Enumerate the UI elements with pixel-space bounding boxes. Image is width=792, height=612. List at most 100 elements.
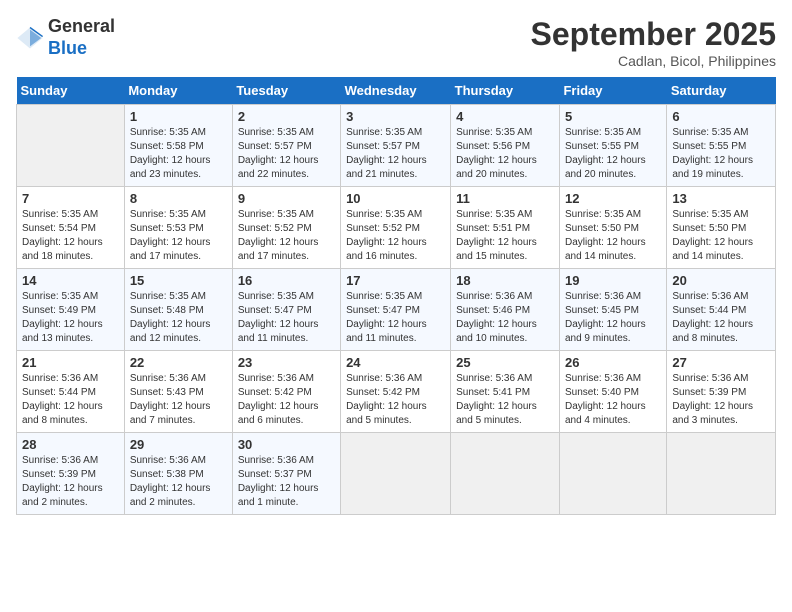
calendar-cell: 25Sunrise: 5:36 AM Sunset: 5:41 PM Dayli… (451, 351, 560, 433)
calendar-cell: 19 Sunrise: 5:36 AM Sunset: 5:45 PM Dayli… (559, 269, 666, 351)
calendar-week-row: 1 Sunrise: 5:35 AM Sunset: 5:58 PM Daylig… (17, 105, 776, 187)
calendar-cell: 24 Sunrise: 5:36 AM Sunset: 5:42 PM Dayli… (341, 351, 451, 433)
day-info: Sunrise: 5:35 AM Sunset: 5:52 PM Dayligh… (238, 208, 335, 264)
logo: General Blue (16, 16, 115, 59)
calendar-cell: 29 Sunrise: 5:36 AM Sunset: 5:38 PM Dayli… (124, 433, 232, 515)
calendar-cell: 13 Sunrise: 5:35 AM Sunset: 5:50 PM Dayli… (667, 187, 776, 269)
weekday-header: Saturday (667, 77, 776, 105)
day-number: 20 (672, 273, 770, 288)
calendar-cell: 18Sunrise: 5:36 AM Sunset: 5:46 PM Dayli… (451, 269, 560, 351)
day-number: 17 (346, 273, 445, 288)
day-number: 13 (672, 191, 770, 206)
day-info: Sunrise: 5:36 AM Sunset: 5:41 PM Dayligh… (456, 372, 554, 428)
weekday-header: Wednesday (341, 77, 451, 105)
calendar-week-row: 28Sunrise: 5:36 AM Sunset: 5:39 PM Dayli… (17, 433, 776, 515)
title-block: September 2025 Cadlan, Bicol, Philippine… (531, 16, 776, 69)
calendar-cell: 1 Sunrise: 5:35 AM Sunset: 5:58 PM Daylig… (124, 105, 232, 187)
day-number: 16 (238, 273, 335, 288)
weekday-header: Monday (124, 77, 232, 105)
weekday-header: Tuesday (232, 77, 340, 105)
day-info: Sunrise: 5:36 AM Sunset: 5:43 PM Dayligh… (130, 372, 227, 428)
day-info: Sunrise: 5:35 AM Sunset: 5:50 PM Dayligh… (672, 208, 770, 264)
calendar-cell: 5Sunrise: 5:35 AM Sunset: 5:55 PM Daylig… (559, 105, 666, 187)
page-header: General Blue September 2025 Cadlan, Bico… (16, 16, 776, 69)
day-info: Sunrise: 5:35 AM Sunset: 5:57 PM Dayligh… (238, 126, 335, 182)
day-number: 5 (565, 109, 661, 124)
day-number: 8 (130, 191, 227, 206)
calendar-cell: 8 Sunrise: 5:35 AM Sunset: 5:53 PM Daylig… (124, 187, 232, 269)
calendar-body: 1 Sunrise: 5:35 AM Sunset: 5:58 PM Daylig… (17, 105, 776, 515)
day-info: Sunrise: 5:36 AM Sunset: 5:39 PM Dayligh… (22, 454, 119, 510)
logo-text: General Blue (48, 16, 115, 59)
day-info: Sunrise: 5:36 AM Sunset: 5:44 PM Dayligh… (22, 372, 119, 428)
day-info: Sunrise: 5:35 AM Sunset: 5:58 PM Dayligh… (130, 126, 227, 182)
calendar-cell: 14 Sunrise: 5:35 AM Sunset: 5:49 PM Dayli… (17, 269, 125, 351)
weekday-header: Sunday (17, 77, 125, 105)
day-number: 1 (130, 109, 227, 124)
calendar-cell: 12 Sunrise: 5:35 AM Sunset: 5:50 PM Dayli… (559, 187, 666, 269)
day-number: 15 (130, 273, 227, 288)
day-info: Sunrise: 5:35 AM Sunset: 5:56 PM Dayligh… (456, 126, 554, 182)
logo-icon (16, 24, 44, 52)
calendar-cell (451, 433, 560, 515)
day-number: 6 (672, 109, 770, 124)
day-info: Sunrise: 5:35 AM Sunset: 5:52 PM Dayligh… (346, 208, 445, 264)
calendar-cell: 7Sunrise: 5:35 AM Sunset: 5:54 PM Daylig… (17, 187, 125, 269)
month-title: September 2025 (531, 16, 776, 53)
day-info: Sunrise: 5:36 AM Sunset: 5:42 PM Dayligh… (346, 372, 445, 428)
day-number: 4 (456, 109, 554, 124)
calendar-cell: 6 Sunrise: 5:35 AM Sunset: 5:55 PM Daylig… (667, 105, 776, 187)
day-info: Sunrise: 5:35 AM Sunset: 5:55 PM Dayligh… (672, 126, 770, 182)
day-info: Sunrise: 5:35 AM Sunset: 5:50 PM Dayligh… (565, 208, 661, 264)
day-number: 24 (346, 355, 445, 370)
calendar-cell: 15 Sunrise: 5:35 AM Sunset: 5:48 PM Dayli… (124, 269, 232, 351)
day-number: 18 (456, 273, 554, 288)
day-info: Sunrise: 5:36 AM Sunset: 5:40 PM Dayligh… (565, 372, 661, 428)
calendar-week-row: 21 Sunrise: 5:36 AM Sunset: 5:44 PM Dayli… (17, 351, 776, 433)
day-number: 14 (22, 273, 119, 288)
day-number: 26 (565, 355, 661, 370)
day-number: 12 (565, 191, 661, 206)
calendar-cell: 27Sunrise: 5:36 AM Sunset: 5:39 PM Dayli… (667, 351, 776, 433)
calendar-cell: 9Sunrise: 5:35 AM Sunset: 5:52 PM Daylig… (232, 187, 340, 269)
day-info: Sunrise: 5:35 AM Sunset: 5:49 PM Dayligh… (22, 290, 119, 346)
day-info: Sunrise: 5:35 AM Sunset: 5:53 PM Dayligh… (130, 208, 227, 264)
calendar-cell: 21 Sunrise: 5:36 AM Sunset: 5:44 PM Dayli… (17, 351, 125, 433)
day-number: 19 (565, 273, 661, 288)
day-info: Sunrise: 5:35 AM Sunset: 5:47 PM Dayligh… (238, 290, 335, 346)
calendar-cell: 26 Sunrise: 5:36 AM Sunset: 5:40 PM Dayli… (559, 351, 666, 433)
day-info: Sunrise: 5:35 AM Sunset: 5:51 PM Dayligh… (456, 208, 554, 264)
day-number: 30 (238, 437, 335, 452)
calendar-cell: 22 Sunrise: 5:36 AM Sunset: 5:43 PM Dayli… (124, 351, 232, 433)
day-number: 3 (346, 109, 445, 124)
calendar-cell (559, 433, 666, 515)
day-info: Sunrise: 5:35 AM Sunset: 5:57 PM Dayligh… (346, 126, 445, 182)
day-info: Sunrise: 5:36 AM Sunset: 5:45 PM Dayligh… (565, 290, 661, 346)
day-number: 22 (130, 355, 227, 370)
day-number: 2 (238, 109, 335, 124)
day-number: 23 (238, 355, 335, 370)
day-info: Sunrise: 5:36 AM Sunset: 5:44 PM Dayligh… (672, 290, 770, 346)
day-info: Sunrise: 5:36 AM Sunset: 5:37 PM Dayligh… (238, 454, 335, 510)
calendar-cell: 4 Sunrise: 5:35 AM Sunset: 5:56 PM Daylig… (451, 105, 560, 187)
calendar-cell (17, 105, 125, 187)
calendar-cell: 20 Sunrise: 5:36 AM Sunset: 5:44 PM Dayli… (667, 269, 776, 351)
calendar-cell: 2 Sunrise: 5:35 AM Sunset: 5:57 PM Daylig… (232, 105, 340, 187)
day-info: Sunrise: 5:35 AM Sunset: 5:47 PM Dayligh… (346, 290, 445, 346)
day-info: Sunrise: 5:36 AM Sunset: 5:38 PM Dayligh… (130, 454, 227, 510)
day-number: 21 (22, 355, 119, 370)
calendar-cell: 16 Sunrise: 5:35 AM Sunset: 5:47 PM Dayli… (232, 269, 340, 351)
day-info: Sunrise: 5:36 AM Sunset: 5:42 PM Dayligh… (238, 372, 335, 428)
calendar-cell: 3 Sunrise: 5:35 AM Sunset: 5:57 PM Daylig… (341, 105, 451, 187)
weekday-header: Friday (559, 77, 666, 105)
day-info: Sunrise: 5:35 AM Sunset: 5:48 PM Dayligh… (130, 290, 227, 346)
calendar-week-row: 7Sunrise: 5:35 AM Sunset: 5:54 PM Daylig… (17, 187, 776, 269)
day-number: 29 (130, 437, 227, 452)
calendar-cell (341, 433, 451, 515)
calendar-cell: 17 Sunrise: 5:35 AM Sunset: 5:47 PM Dayli… (341, 269, 451, 351)
day-number: 7 (22, 191, 119, 206)
calendar-header: SundayMondayTuesdayWednesdayThursdayFrid… (17, 77, 776, 105)
day-number: 11 (456, 191, 554, 206)
location-subtitle: Cadlan, Bicol, Philippines (531, 53, 776, 69)
calendar-cell: 11 Sunrise: 5:35 AM Sunset: 5:51 PM Dayli… (451, 187, 560, 269)
